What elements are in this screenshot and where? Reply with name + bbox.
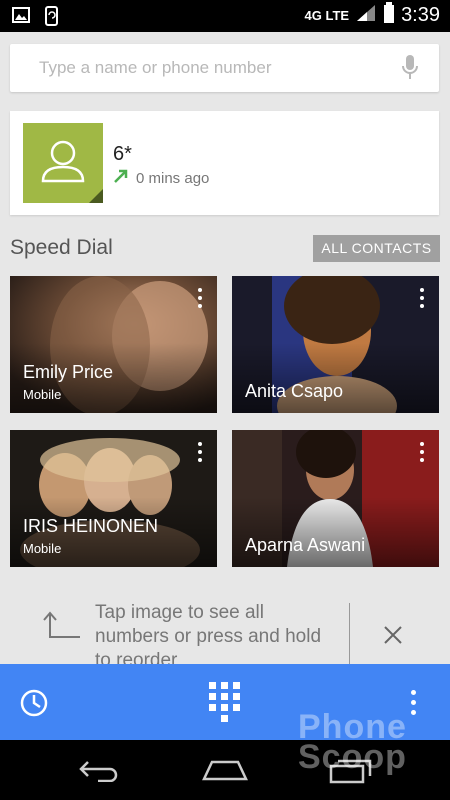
overflow-menu-icon[interactable] <box>197 288 203 308</box>
overflow-menu-icon[interactable] <box>419 442 425 462</box>
signal-icon <box>355 3 377 28</box>
contact-name: Anita Csapo <box>245 381 344 401</box>
speed-dial-tile-anita-csapo[interactable]: Anita Csapo <box>232 276 439 413</box>
phone-sync-icon <box>44 6 60 31</box>
battery-icon <box>383 2 395 29</box>
reorder-arrow-icon <box>42 609 82 646</box>
recent-call-card[interactable]: 6* 0 mins ago <box>10 111 439 215</box>
contact-name: IRIS HEINONEN <box>23 516 159 536</box>
hint-text: Tap image to see all numbers or press an… <box>95 602 322 665</box>
search-placeholder: Type a name or phone number <box>39 58 272 77</box>
mic-icon[interactable] <box>401 54 419 87</box>
recent-call-time: 0 mins ago <box>136 170 210 187</box>
recent-clock-icon[interactable] <box>19 688 49 723</box>
outgoing-call-icon <box>113 168 129 189</box>
overflow-menu-icon[interactable] <box>419 288 425 308</box>
watermark: Phone Scoop <box>298 708 407 776</box>
contact-type: Mobile <box>23 541 62 556</box>
all-contacts-button[interactable]: ALL CONTACTS <box>313 235 440 262</box>
search-input[interactable]: Type a name or phone number <box>10 44 439 92</box>
close-icon[interactable] <box>381 623 405 652</box>
avatar[interactable] <box>23 123 103 203</box>
speed-dial-tile-iris-heinonen[interactable]: IRIS HEINONEN Mobile <box>10 430 217 567</box>
home-icon[interactable] <box>200 758 250 787</box>
contact-type: Mobile <box>23 387 62 402</box>
back-icon[interactable] <box>78 758 122 787</box>
contact-name: Emily Price <box>23 362 114 382</box>
speed-dial-tile-aparna-aswani[interactable]: Aparna Aswani <box>232 430 439 567</box>
speed-dial-tile-emily-price[interactable]: Emily Price Mobile <box>10 276 217 413</box>
person-icon <box>41 140 103 203</box>
overflow-menu-icon[interactable] <box>197 442 203 462</box>
divider <box>349 603 350 665</box>
recent-call-number: 6* <box>113 143 132 165</box>
status-bar: 4G LTE 3:39 <box>0 0 450 32</box>
image-icon <box>12 6 30 31</box>
dialpad-icon[interactable] <box>209 682 241 727</box>
network-label: 4G LTE <box>304 8 350 23</box>
contact-name: Aparna Aswani <box>245 535 366 555</box>
clock: 3:39 <box>401 4 440 26</box>
speed-dial-title: Speed Dial <box>10 236 113 259</box>
